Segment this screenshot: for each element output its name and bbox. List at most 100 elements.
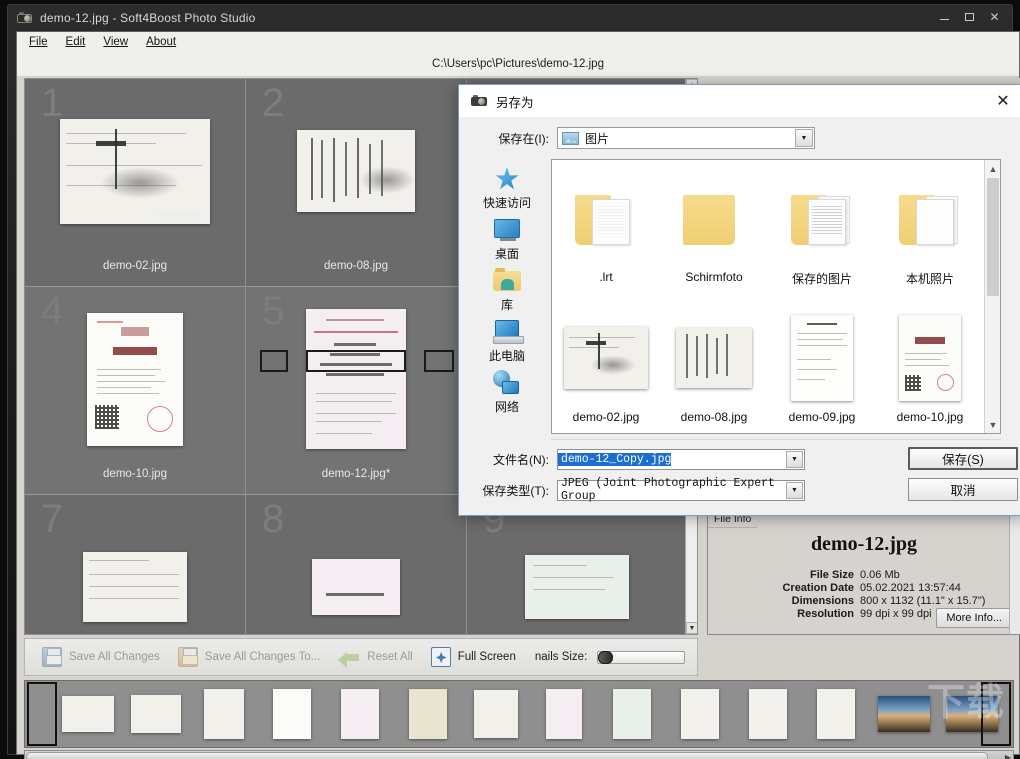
file-item-demo-10[interactable]: demo-10.jpg bbox=[876, 306, 984, 433]
filmstrip-item[interactable] bbox=[399, 688, 457, 740]
scroll-thumb[interactable] bbox=[987, 178, 999, 296]
filmstrip-item[interactable] bbox=[59, 688, 117, 740]
menu-file[interactable]: File bbox=[29, 36, 48, 48]
filmstrip-item[interactable] bbox=[331, 688, 389, 740]
save-as-icon bbox=[177, 647, 198, 667]
place-library[interactable]: 库 bbox=[467, 267, 547, 313]
look-in-combobox[interactable]: 图片 ▼ bbox=[557, 127, 815, 149]
hscroll-right-icon[interactable]: ▶ bbox=[1005, 753, 1011, 759]
place-this-pc[interactable]: 此电脑 bbox=[467, 318, 547, 364]
grid-cell-9[interactable]: 9 bbox=[467, 495, 688, 634]
filmstrip-hscrollbar[interactable]: ▶ bbox=[24, 750, 1014, 759]
filmstrip-item[interactable] bbox=[467, 688, 525, 740]
more-info-button[interactable]: More Info... bbox=[936, 608, 1012, 628]
thumb-pinkdoc bbox=[312, 559, 400, 615]
dialog-titlebar: 另存为 ✕ bbox=[459, 85, 1020, 117]
file-item-lrt[interactable]: .lrt bbox=[552, 166, 660, 306]
main-window: demo-12.jpg - Soft4Boost Photo Studio ✕ … bbox=[7, 4, 1020, 759]
file-name: demo-08.jpg bbox=[680, 410, 748, 424]
hscroll-thumb[interactable] bbox=[26, 752, 988, 759]
app-root: demo-12.jpg - Soft4Boost Photo Studio ✕ … bbox=[0, 0, 1020, 759]
save-all-changes-to-button[interactable]: Save All Changes To... bbox=[171, 644, 328, 670]
network-icon bbox=[491, 369, 523, 397]
file-info-scrollbar[interactable] bbox=[1009, 513, 1020, 634]
close-button[interactable]: ✕ bbox=[987, 9, 1002, 24]
filmstrip-item[interactable] bbox=[671, 688, 729, 740]
grid-cell-1[interactable]: 1 demo-02.jpg bbox=[25, 79, 246, 287]
file-info-title: demo-12.jpg bbox=[810, 533, 918, 555]
thumb-certificate bbox=[87, 312, 183, 446]
full-screen-button[interactable]: Full Screen bbox=[424, 644, 523, 670]
grid-cell-4[interactable]: 4 demo-10.jpg bbox=[25, 287, 246, 495]
thumb-drawing bbox=[60, 118, 210, 224]
reset-all-button[interactable]: Reset All bbox=[331, 646, 419, 668]
full-screen-icon bbox=[430, 647, 451, 667]
this-pc-icon bbox=[491, 318, 524, 346]
chevron-down-icon[interactable]: ▼ bbox=[786, 481, 803, 499]
window-titlebar: demo-12.jpg - Soft4Boost Photo Studio ✕ bbox=[8, 5, 1012, 31]
scroll-down-icon[interactable]: ▼ bbox=[686, 622, 697, 634]
save-button[interactable]: 保存(S) bbox=[908, 447, 1018, 470]
scroll-down-icon[interactable]: ▼ bbox=[985, 416, 1000, 433]
full-screen-label: Full Screen bbox=[457, 651, 516, 663]
info-value: 05.02.2021 13:57:44 bbox=[860, 582, 961, 594]
filmstrip-item[interactable] bbox=[739, 688, 797, 740]
grid-cell-5[interactable]: 5 demo-12.jpg* bbox=[246, 287, 467, 495]
file-item-demo-02[interactable]: demo-02.jpg bbox=[552, 306, 660, 433]
filmstrip-item[interactable] bbox=[263, 688, 321, 740]
menu-edit[interactable]: Edit bbox=[66, 36, 86, 48]
file-name: .lrt bbox=[599, 270, 613, 284]
filmstrip-items bbox=[25, 688, 1001, 740]
outline-box-1 bbox=[260, 350, 288, 372]
grid-cell-2[interactable]: 2 demo-08.jpg bbox=[246, 79, 467, 287]
thumbnails-size-slider[interactable] bbox=[597, 650, 686, 664]
menu-view[interactable]: View bbox=[103, 36, 128, 48]
file-item-saved-pictures[interactable]: 保存的图片 bbox=[768, 166, 876, 306]
filename-input[interactable]: demo-12_Copy.jpg ▼ bbox=[557, 448, 805, 470]
image-thumbnail bbox=[564, 310, 648, 406]
file-list[interactable]: .lrt Schirmfoto 保存的图片 本机照片 demo-02.jpg d… bbox=[551, 159, 1001, 434]
place-network[interactable]: 网络 bbox=[467, 369, 547, 415]
filmstrip-item[interactable] bbox=[535, 688, 593, 740]
filmstrip-item[interactable] bbox=[195, 688, 253, 740]
filmstrip[interactable] bbox=[24, 680, 1014, 748]
filetype-combobox[interactable]: JPEG (Joint Photographic Expert Group ▼ bbox=[557, 477, 805, 503]
cell-thumbnail bbox=[25, 517, 245, 634]
save-icon bbox=[42, 647, 62, 667]
minimize-button[interactable] bbox=[937, 9, 952, 24]
dialog-body: 保存在(I): 图片 ▼ 快速访问 桌面 库 此电脑 网络 .lrt Schir… bbox=[459, 117, 1020, 515]
window-controls: ✕ bbox=[937, 9, 1002, 24]
filmstrip-item[interactable] bbox=[807, 688, 865, 740]
file-item-demo-09[interactable]: demo-09.jpg bbox=[768, 306, 876, 433]
info-value: 800 x 1132 (11.1" x 15.7") bbox=[860, 595, 986, 607]
place-desktop[interactable]: 桌面 bbox=[467, 216, 547, 262]
filmstrip-item[interactable] bbox=[127, 688, 185, 740]
file-list-scrollbar[interactable]: ▲ ▼ bbox=[984, 160, 1000, 433]
file-item-schirmfoto[interactable]: Schirmfoto bbox=[660, 166, 768, 306]
thumb-greendoc bbox=[525, 555, 629, 619]
info-row: Dimensions 800 x 1132 (11.1" x 15.7") bbox=[708, 595, 1020, 607]
save-all-changes-button[interactable]: Save All Changes bbox=[35, 644, 167, 670]
filmstrip-item[interactable] bbox=[603, 688, 661, 740]
chevron-down-icon[interactable]: ▼ bbox=[795, 129, 813, 147]
dialog-close-button[interactable]: ✕ bbox=[981, 85, 1020, 117]
info-row: File Size 0.06 Mb bbox=[708, 569, 1020, 581]
info-key: Creation Date bbox=[782, 582, 854, 594]
thumb-textdoc bbox=[297, 130, 415, 212]
file-item-local-photos[interactable]: 本机照片 bbox=[876, 166, 984, 306]
folder-icon bbox=[899, 170, 961, 266]
chevron-down-icon[interactable]: ▼ bbox=[786, 450, 803, 468]
place-label: 网络 bbox=[494, 400, 519, 414]
menu-about[interactable]: About bbox=[146, 36, 176, 48]
place-quick-access[interactable]: 快速访问 bbox=[467, 165, 547, 211]
scroll-up-icon[interactable]: ▲ bbox=[985, 160, 1000, 177]
cancel-button[interactable]: 取消 bbox=[908, 478, 1018, 501]
filmstrip-item[interactable] bbox=[875, 688, 933, 740]
save-all-changes-to-label: Save All Changes To... bbox=[204, 651, 321, 663]
slider-knob[interactable] bbox=[598, 650, 614, 664]
file-item-demo-08[interactable]: demo-08.jpg bbox=[660, 306, 768, 433]
grid-cell-8[interactable]: 8 bbox=[246, 495, 467, 634]
place-label: 快速访问 bbox=[482, 196, 531, 210]
grid-cell-7[interactable]: 7 bbox=[25, 495, 246, 634]
maximize-button[interactable] bbox=[962, 9, 977, 24]
